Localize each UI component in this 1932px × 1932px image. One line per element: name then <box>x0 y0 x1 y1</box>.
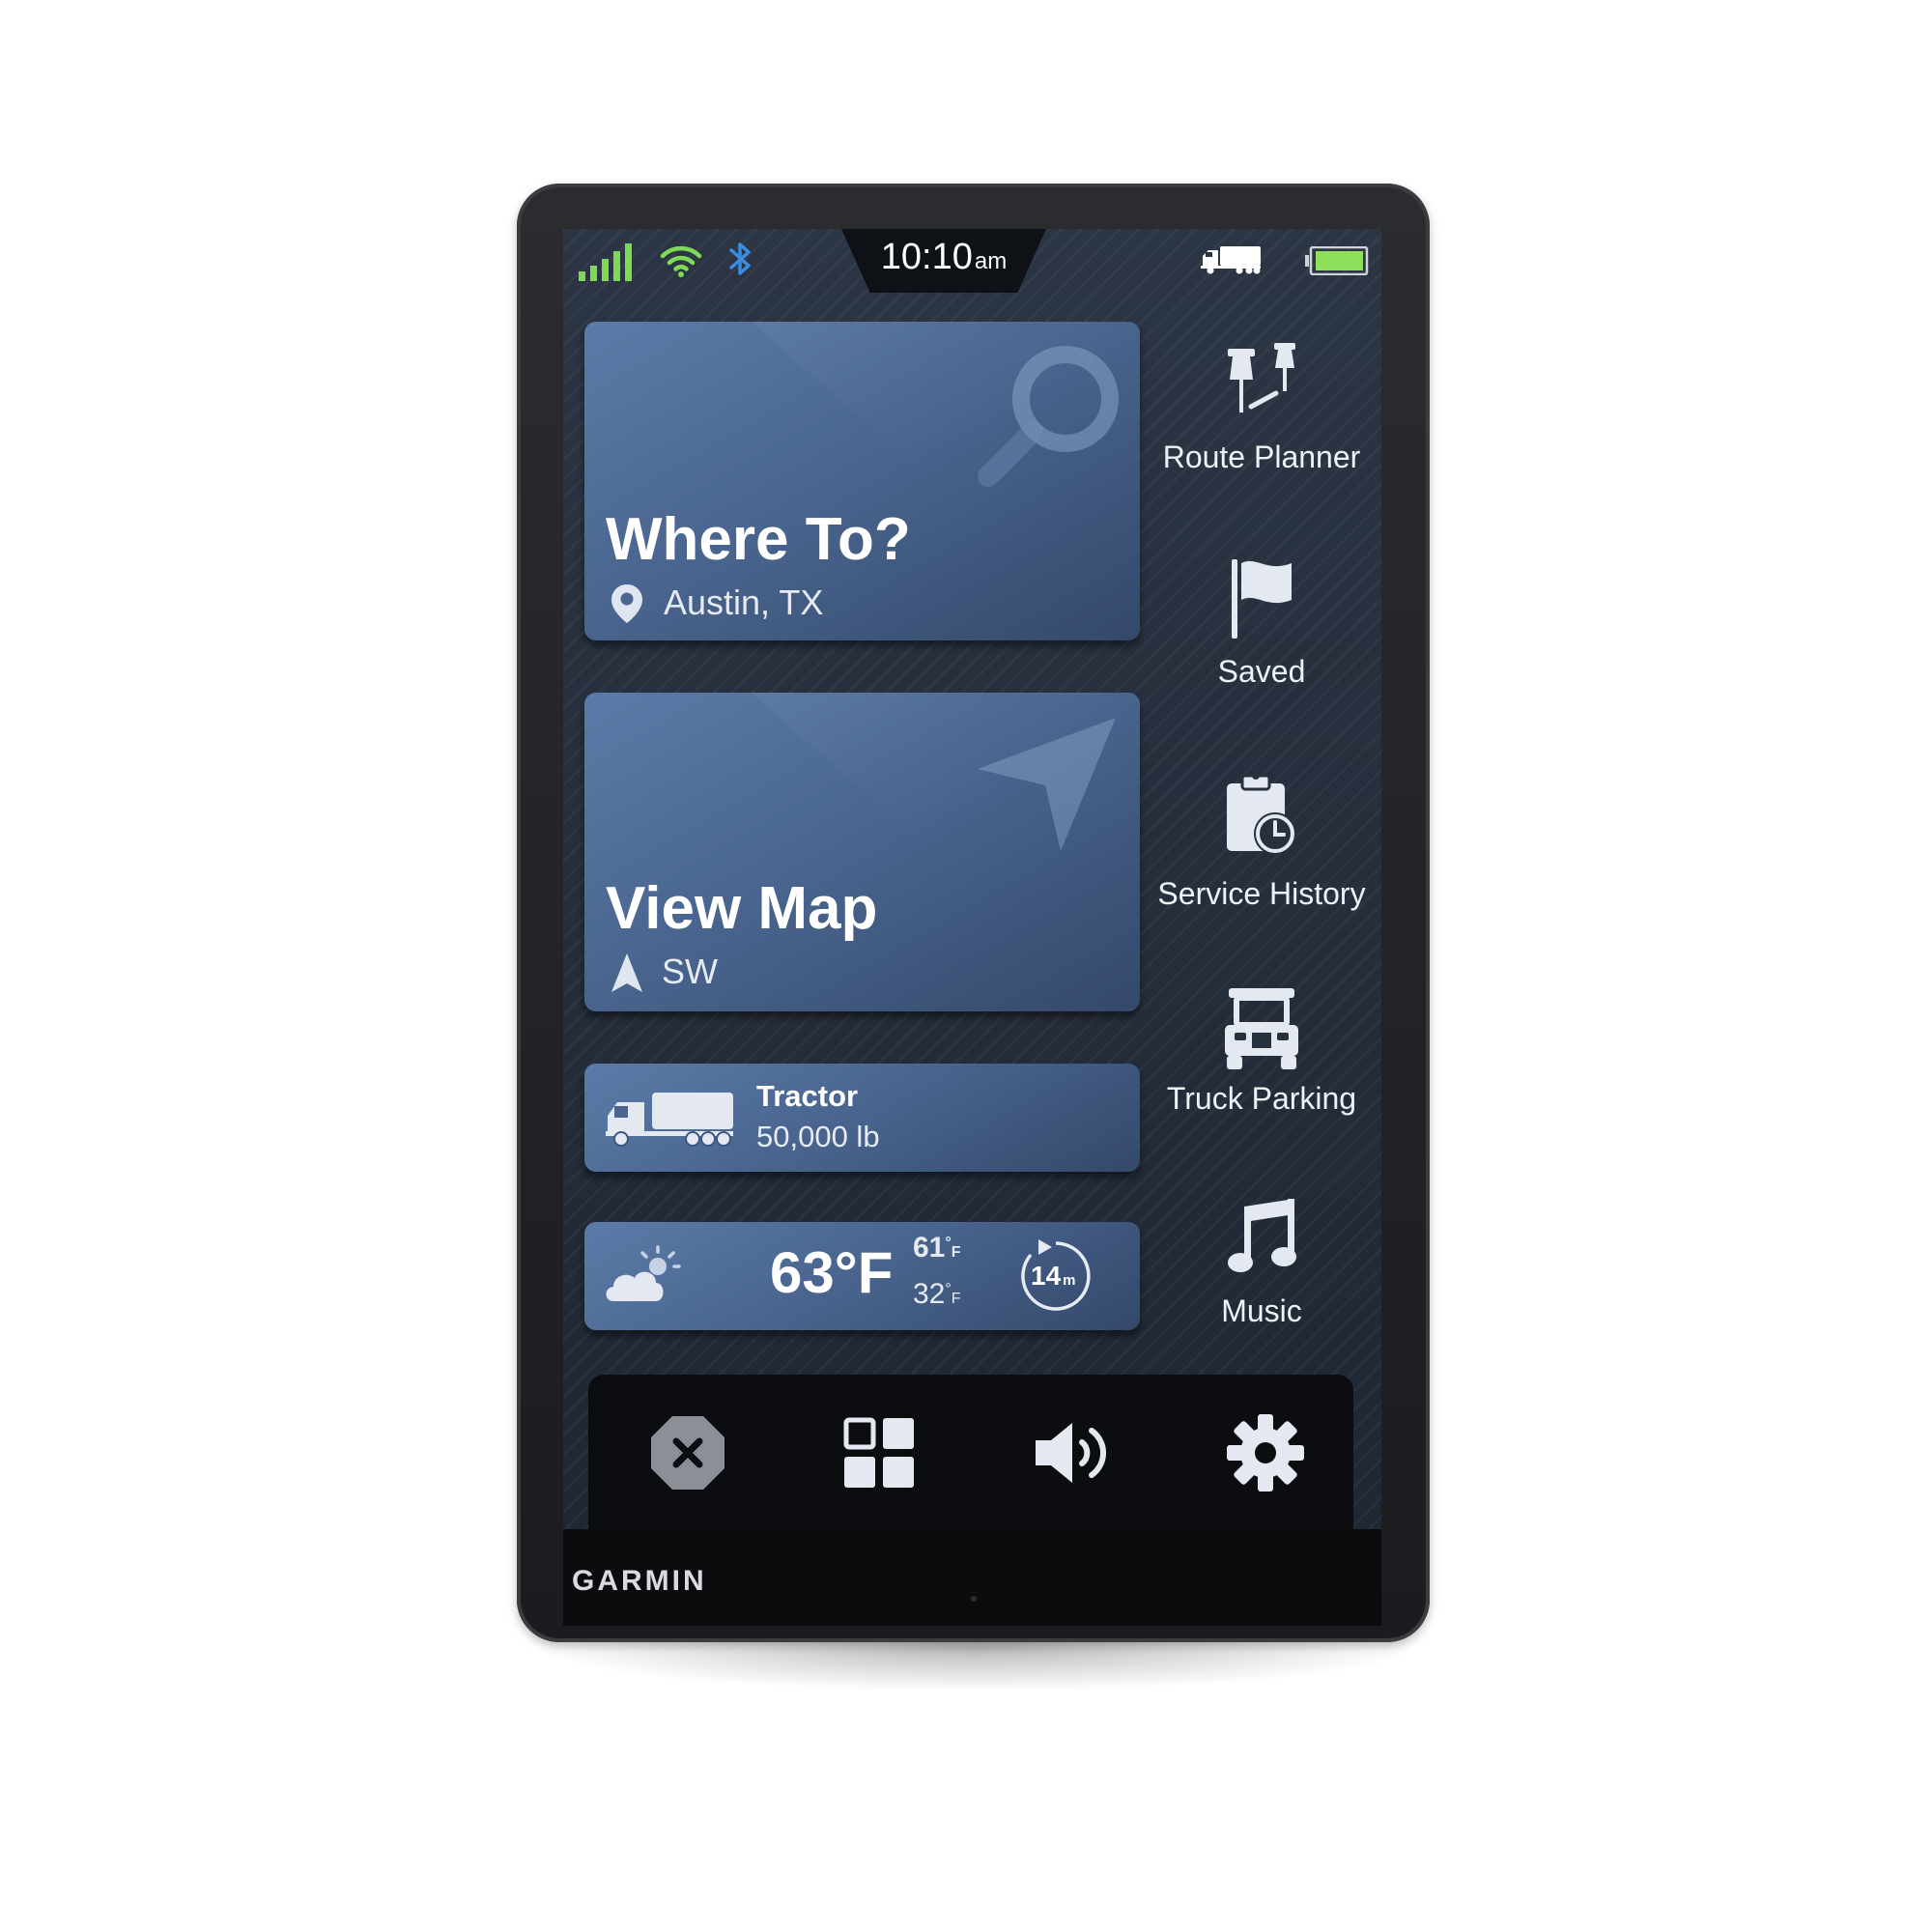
menu-music-label: Music <box>1221 1293 1302 1328</box>
view-map-card[interactable]: View Map SW <box>584 693 1140 1011</box>
vehicle-weight: 50,000 lb <box>756 1120 880 1153</box>
microphone-dot <box>971 1596 977 1602</box>
current-temperature: 63°F <box>770 1240 894 1305</box>
truck-mode-icon[interactable] <box>1201 242 1263 280</box>
service-history-icon <box>1223 770 1300 864</box>
truck-parking-icon <box>1221 984 1302 1076</box>
partly-cloudy-icon <box>602 1245 685 1312</box>
menu-music[interactable]: Music <box>1152 1197 1371 1342</box>
clock: 10:10am <box>880 237 1008 277</box>
wifi-icon <box>660 244 702 282</box>
volume-icon <box>1036 1423 1106 1483</box>
battery-icon <box>1305 245 1369 280</box>
vehicle-profile-card[interactable]: Tractor 50,000 lb <box>584 1064 1140 1172</box>
volume-button[interactable] <box>1029 1409 1116 1496</box>
location-pin-icon <box>610 582 644 630</box>
heading-arrow-icon <box>610 952 644 999</box>
view-map-heading: SW <box>662 952 718 991</box>
menu-service-history[interactable]: Service History <box>1152 770 1371 915</box>
home-screen: 10:10am Where To? Austin, TX View Map SW… <box>563 229 1381 1529</box>
weather-card[interactable]: 63°F 61°F 32°F 14 m <box>584 1222 1140 1330</box>
menu-route-planner[interactable]: Route Planner <box>1152 343 1371 488</box>
search-icon <box>971 339 1125 498</box>
status-clock-notch: 10:10am <box>841 229 1046 293</box>
radar-interval: 14 m <box>1031 1261 1076 1291</box>
signal-icon <box>579 242 639 286</box>
menu-saved[interactable]: Saved <box>1152 557 1371 702</box>
brand-logo: GARMIN <box>572 1565 707 1597</box>
apps-button[interactable] <box>836 1409 923 1496</box>
menu-truck-parking-label: Truck Parking <box>1166 1081 1357 1116</box>
route-planner-icon <box>1218 343 1305 425</box>
menu-service-history-label: Service History <box>1157 876 1366 911</box>
music-icon <box>1223 1197 1300 1283</box>
navigation-arrow-icon <box>976 716 1121 866</box>
menu-route-planner-label: Route Planner <box>1162 440 1361 474</box>
high-temperature: 61°F <box>913 1232 961 1264</box>
flag-icon <box>1228 557 1295 643</box>
where-to-card[interactable]: Where To? Austin, TX <box>584 322 1140 640</box>
bluetooth-icon <box>727 239 754 284</box>
view-map-title: View Map <box>606 875 878 942</box>
menu-saved-label: Saved <box>1217 654 1306 689</box>
apps-grid-icon <box>843 1417 914 1488</box>
settings-gear-icon <box>1227 1414 1304 1492</box>
where-to-location: Austin, TX <box>664 582 824 622</box>
where-to-title: Where To? <box>606 506 911 573</box>
settings-button[interactable] <box>1222 1409 1309 1496</box>
low-temperature: 32°F <box>913 1278 961 1310</box>
weather-radar-timer[interactable]: 14 m <box>1017 1237 1094 1315</box>
vehicle-name: Tractor <box>756 1079 859 1113</box>
close-icon <box>651 1416 724 1490</box>
truck-icon <box>606 1089 735 1153</box>
menu-truck-parking[interactable]: Truck Parking <box>1152 984 1371 1129</box>
bottom-dock <box>588 1375 1353 1529</box>
close-button[interactable] <box>644 1409 731 1496</box>
